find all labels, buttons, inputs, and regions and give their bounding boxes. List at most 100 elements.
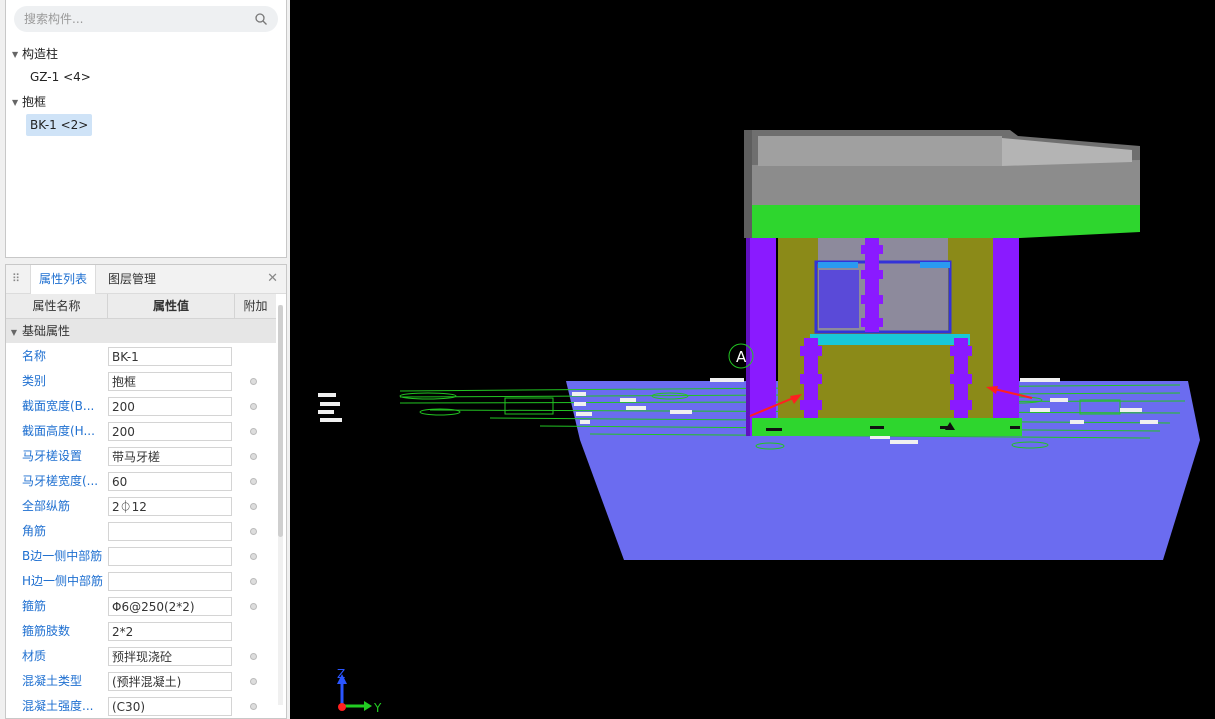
property-row: 角筋: [6, 519, 276, 544]
section-basic-props[interactable]: ▼ 基础属性: [6, 319, 276, 343]
property-value-field[interactable]: 带马牙槎: [108, 447, 232, 466]
property-name: 全部纵筋: [22, 499, 71, 513]
property-value-field[interactable]: [108, 572, 232, 591]
property-row: 截面高度(H... 200: [6, 419, 276, 444]
tree-item-bk1[interactable]: BK-1 <2>: [26, 114, 93, 136]
property-name: 马牙槎宽度(...: [22, 474, 99, 488]
property-value-field[interactable]: 抱框: [108, 372, 232, 391]
header-attach: 附加: [243, 299, 268, 313]
property-value-field[interactable]: [108, 547, 232, 566]
property-name: 类别: [22, 374, 47, 388]
axis-z-label: Z: [337, 667, 345, 681]
grid-marker-label: A: [736, 348, 747, 366]
3d-scene[interactable]: A Z Y: [290, 0, 1215, 719]
window-fill-blue: [819, 270, 859, 328]
attach-radio[interactable]: [250, 678, 257, 685]
attach-radio[interactable]: [250, 553, 257, 560]
tree-group-goujiezhu[interactable]: ▼ 构造柱: [12, 44, 58, 64]
property-value-field[interactable]: Φ6@250(2*2): [108, 597, 232, 616]
lintel-cyan: [810, 334, 970, 345]
property-value-field[interactable]: (C30): [108, 697, 232, 716]
column-left: [748, 230, 776, 436]
property-rows: 名称 BK-1 类别 抱框 截面宽度(B... 200 截面高度(H... 200 马牙槎设置 带…: [6, 344, 276, 719]
property-name: 箍筋肢数: [22, 624, 71, 638]
tree-group-label: 构造柱: [22, 47, 59, 61]
collapse-arrow-icon[interactable]: ▼: [6, 321, 22, 345]
property-value-field[interactable]: 200: [108, 422, 232, 441]
property-value-field[interactable]: (预拌混凝土): [108, 672, 232, 691]
property-name: 马牙槎设置: [22, 449, 83, 463]
attach-radio[interactable]: [250, 428, 257, 435]
attach-radio[interactable]: [250, 503, 257, 510]
property-row: H边一侧中部筋: [6, 569, 276, 594]
table-header: 属性名称 属性值 附加: [6, 294, 276, 319]
attach-radio[interactable]: [250, 603, 257, 610]
component-tree-panel: ▼构造柱 GZ-1 <4> ▼抱框 BK-1 <2>: [5, 0, 287, 258]
attach-radio[interactable]: [250, 378, 257, 385]
attach-radio[interactable]: [250, 528, 257, 535]
drag-grip-icon[interactable]: ⠿: [12, 272, 22, 286]
property-value-field[interactable]: 2*2: [108, 622, 232, 641]
close-icon[interactable]: ✕: [267, 272, 278, 286]
axis-gizmo: Z Y: [337, 667, 382, 715]
property-name: 箍筋: [22, 599, 47, 613]
tree-group-baokuang[interactable]: ▼ 抱框: [12, 92, 46, 112]
property-name: 材质: [22, 649, 47, 663]
search-box[interactable]: [14, 6, 278, 32]
ground-beam: [752, 418, 1022, 436]
tree-group-label: 抱框: [22, 95, 47, 109]
property-row: 马牙槎宽度(... 60: [6, 469, 276, 494]
attach-radio[interactable]: [250, 478, 257, 485]
property-value-field[interactable]: [108, 522, 232, 541]
tab-properties[interactable]: 属性列表: [30, 265, 97, 294]
property-name: B边一侧中部筋: [22, 549, 103, 563]
property-name: 混凝土强度...: [22, 699, 94, 713]
scrollbar[interactable]: [278, 305, 283, 705]
column-right: [993, 230, 1019, 436]
attach-radio[interactable]: [250, 578, 257, 585]
property-row: 截面宽度(B... 200: [6, 394, 276, 419]
header-prop-value: 属性值: [108, 294, 235, 318]
attach-radio[interactable]: [250, 403, 257, 410]
property-name: 名称: [22, 349, 47, 363]
attach-radio[interactable]: [250, 653, 257, 660]
search-icon[interactable]: [254, 12, 268, 26]
parapet-gray: [750, 160, 1140, 205]
property-name: H边一侧中部筋: [22, 574, 104, 588]
header-prop-name: 属性名称: [6, 294, 108, 318]
property-name: 角筋: [22, 524, 47, 538]
search-input[interactable]: [24, 9, 244, 29]
attach-radio[interactable]: [250, 703, 257, 710]
tree-item-gz1[interactable]: GZ-1 <4>: [26, 66, 95, 88]
property-row: 混凝土强度... (C30): [6, 694, 276, 719]
expand-arrow-icon[interactable]: ▼: [12, 45, 22, 65]
left-panel: ▼构造柱 GZ-1 <4> ▼抱框 BK-1 <2> ⠿ 属性列表 图层管理 ✕…: [0, 0, 290, 719]
property-row: 名称 BK-1: [6, 344, 276, 369]
top-beam: [750, 205, 1140, 238]
property-name: 混凝土类型: [22, 674, 83, 688]
property-value-field[interactable]: 预拌现浇砼: [108, 647, 232, 666]
property-value-field[interactable]: BK-1: [108, 347, 232, 366]
attach-radio[interactable]: [250, 453, 257, 460]
expand-arrow-icon[interactable]: ▼: [12, 93, 22, 113]
property-row: 全部纵筋 2⏀12: [6, 494, 276, 519]
property-name: 截面宽度(B...: [22, 399, 95, 413]
panel-tabs: ⠿ 属性列表 图层管理 ✕: [6, 265, 286, 294]
property-row: 材质 预拌现浇砼: [6, 644, 276, 669]
property-row: 箍筋肢数 2*2: [6, 619, 276, 644]
property-row: B边一侧中部筋: [6, 544, 276, 569]
property-value-field[interactable]: 2⏀12: [108, 497, 232, 516]
property-value-field[interactable]: 200: [108, 397, 232, 416]
property-row: 混凝土类型 (预拌混凝土): [6, 669, 276, 694]
property-name: 截面高度(H...: [22, 424, 95, 438]
tab-layers[interactable]: 图层管理: [100, 265, 164, 293]
property-value-field[interactable]: 60: [108, 472, 232, 491]
scrollbar-thumb[interactable]: [278, 305, 283, 537]
property-row: 类别 抱框: [6, 369, 276, 394]
3d-viewport[interactable]: A Z Y: [290, 0, 1215, 719]
properties-panel: ⠿ 属性列表 图层管理 ✕ 属性名称 属性值 附加 ▼ 基础属性 名称 BK-1 类别…: [5, 264, 287, 719]
section-label: 基础属性: [22, 324, 71, 338]
property-row: 马牙槎设置 带马牙槎: [6, 444, 276, 469]
property-row: 箍筋 Φ6@250(2*2): [6, 594, 276, 619]
axis-y-label: Y: [373, 701, 382, 715]
